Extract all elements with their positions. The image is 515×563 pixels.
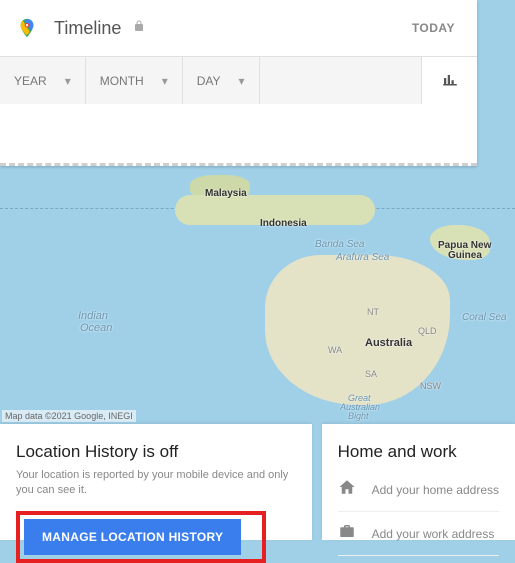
map-label-banda: Banda Sea xyxy=(315,239,365,250)
manage-location-history-button[interactable]: MANAGE LOCATION HISTORY xyxy=(24,519,241,555)
location-history-card: Location History is off Your location is… xyxy=(0,424,312,540)
top-panel: Timeline TODAY YEAR ▾ MONTH ▾ DAY ▾ xyxy=(0,0,477,166)
home-work-card: Home and work Add your home address Add … xyxy=(322,424,515,540)
map-attribution: Map data ©2021 Google, INEGI xyxy=(2,410,136,422)
map-label-nt: NT xyxy=(367,307,379,317)
month-dropdown[interactable]: MONTH ▾ xyxy=(86,57,183,104)
today-button[interactable]: TODAY xyxy=(412,21,455,35)
location-history-title: Location History is off xyxy=(16,442,296,462)
year-dropdown[interactable]: YEAR ▾ xyxy=(0,57,86,104)
map-label-wa: WA xyxy=(328,345,342,355)
map-label-coral: Coral Sea xyxy=(462,312,506,323)
bar-chart-icon xyxy=(441,69,459,92)
chart-button[interactable] xyxy=(421,57,477,104)
lock-icon xyxy=(133,19,145,37)
day-dropdown[interactable]: DAY ▾ xyxy=(183,57,260,104)
map-label-indian2: Ocean xyxy=(80,322,112,334)
home-work-title: Home and work xyxy=(338,442,499,462)
map-label-malaysia: Malaysia xyxy=(205,188,247,199)
chevron-down-icon: ▾ xyxy=(239,74,245,88)
google-maps-logo-icon xyxy=(16,17,38,39)
map-label-qld: QLD xyxy=(418,326,437,336)
add-home-row[interactable]: Add your home address xyxy=(338,468,499,512)
day-label: DAY xyxy=(197,74,221,88)
map-label-arafura: Arafura Sea xyxy=(336,252,389,263)
location-history-desc: Your location is reported by your mobile… xyxy=(16,468,296,499)
chevron-down-icon: ▾ xyxy=(65,74,71,88)
annotation-highlight: MANAGE LOCATION HISTORY xyxy=(16,511,266,563)
map-label-sa: SA xyxy=(365,369,377,379)
add-home-label: Add your home address xyxy=(372,483,499,497)
map-label-gab3: Bight xyxy=(348,411,369,421)
map-label-indian1: Indian xyxy=(78,310,108,322)
chevron-down-icon: ▾ xyxy=(162,74,168,88)
home-icon xyxy=(338,478,358,501)
map-label-png2: Guinea xyxy=(448,250,482,261)
page-title: Timeline xyxy=(54,18,121,39)
add-work-row[interactable]: Add your work address xyxy=(338,512,499,556)
map-label-australia: Australia xyxy=(365,337,412,349)
briefcase-icon xyxy=(338,522,358,545)
map-label-indonesia: Indonesia xyxy=(260,218,307,229)
timeline-strip xyxy=(0,104,477,166)
month-label: MONTH xyxy=(100,74,144,88)
add-work-label: Add your work address xyxy=(372,527,495,541)
year-label: YEAR xyxy=(14,74,47,88)
map-label-nsw: NSW xyxy=(420,381,441,391)
